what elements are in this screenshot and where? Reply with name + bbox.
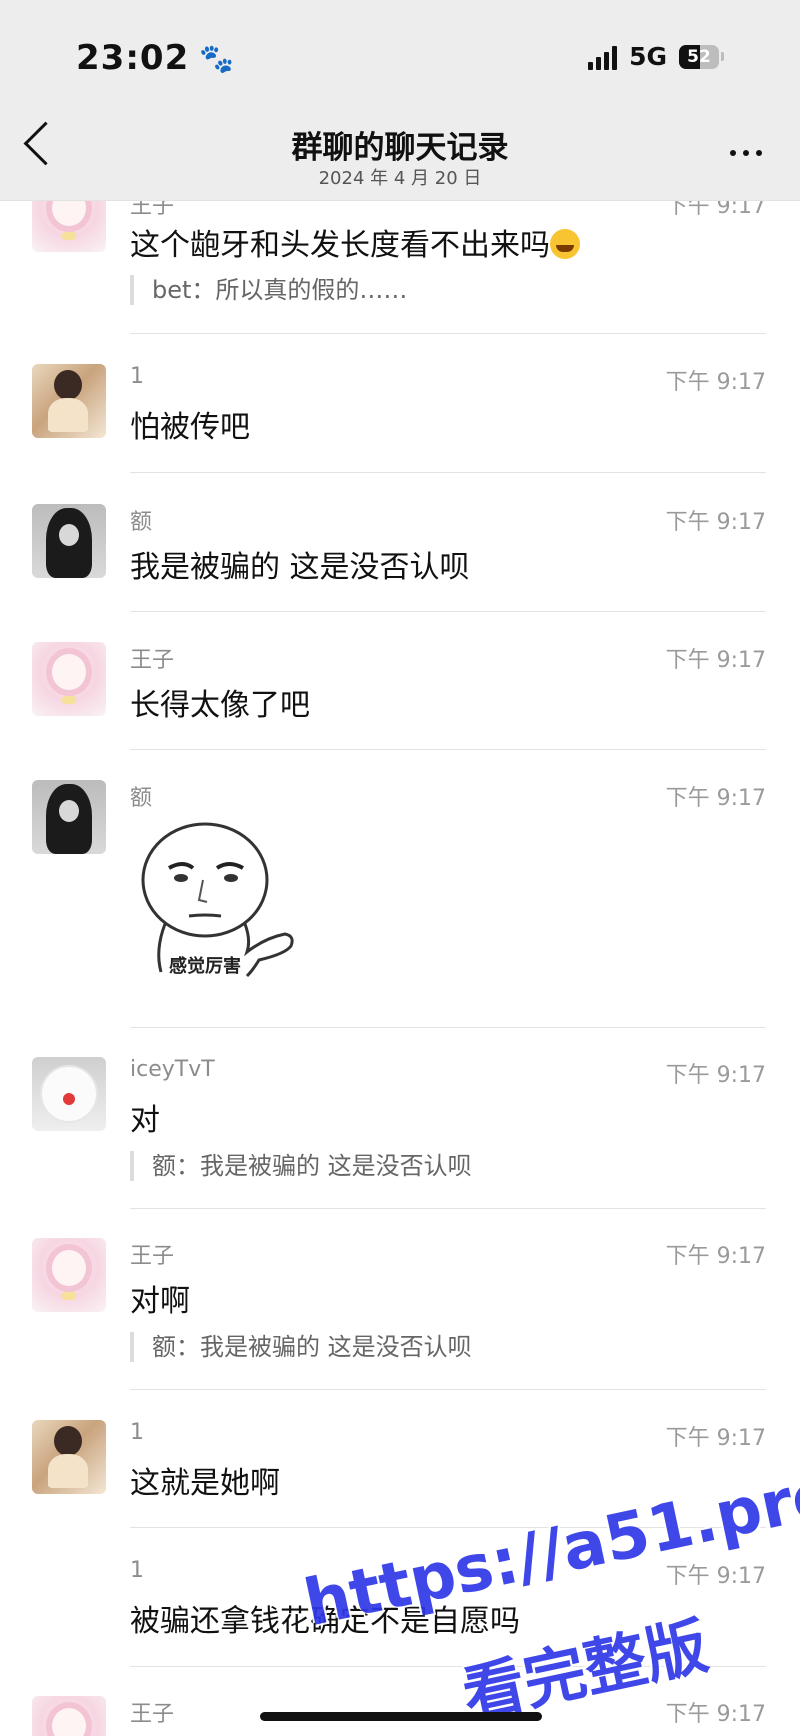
sender-name: 额 xyxy=(130,786,153,811)
chat-message: iceyTvT 下午 9:17 对 额：我是被骗的 这是没否认呗 xyxy=(0,1053,800,1203)
quoted-message[interactable]: bet：所以真的假的…… xyxy=(130,275,407,305)
sender-name: 王子 xyxy=(130,1244,175,1269)
message-text: 我是被骗的 这是没否认呗 xyxy=(130,550,470,585)
avatar[interactable] xyxy=(32,1238,106,1312)
avatar[interactable] xyxy=(32,1696,106,1736)
message-time: 下午 9:17 xyxy=(665,1063,766,1088)
sender-name: iceyTvT xyxy=(130,1057,215,1082)
chat-message: 王子 下午 9:17 长得太像了吧 xyxy=(0,638,800,748)
divider xyxy=(130,611,766,612)
divider xyxy=(130,333,766,334)
page-title: 群聊的聊天记录 xyxy=(291,130,509,166)
sender-name: 王子 xyxy=(130,1702,175,1727)
signal-icon xyxy=(588,44,618,70)
divider xyxy=(130,1027,766,1028)
sender-name: 1 xyxy=(130,364,144,389)
avatar[interactable] xyxy=(32,642,106,716)
message-time: 下午 9:17 xyxy=(665,370,766,395)
avatar[interactable] xyxy=(32,1057,106,1131)
message-text: 这个龅牙和头发长度看不出来吗 xyxy=(130,220,580,264)
message-time: 下午 9:17 xyxy=(665,648,766,673)
sender-name: 1 xyxy=(130,1558,144,1583)
status-bar-indicators: 5G 52 xyxy=(588,42,724,71)
home-indicator[interactable] xyxy=(260,1712,542,1721)
quoted-message[interactable]: 额：我是被骗的 这是没否认呗 xyxy=(130,1332,472,1362)
status-bar-time: 23:02 🐾 xyxy=(76,38,235,78)
more-dots-icon[interactable] xyxy=(730,150,762,156)
message-time: 下午 9:17 xyxy=(665,1244,766,1269)
sticker-caption: 感觉厉害 xyxy=(169,956,241,977)
message-text: 长得太像了吧 xyxy=(130,688,310,723)
message-time: 下午 9:17 xyxy=(665,786,766,811)
chat-message: 1 下午 9:17 怕被传吧 xyxy=(0,360,800,470)
message-time: 下午 9:17 xyxy=(665,510,766,535)
page-subtitle-date: 2024 年 4 月 20 日 xyxy=(318,168,482,189)
message-time: 下午 9:17 xyxy=(665,1426,766,1451)
divider xyxy=(130,1208,766,1209)
chat-message: 王子 下午 9:17 对啊 额：我是被骗的 这是没否认呗 xyxy=(0,1234,800,1384)
divider xyxy=(130,749,766,750)
message-text-content: 这个龅牙和头发长度看不出来吗 xyxy=(130,228,550,263)
divider xyxy=(130,1389,766,1390)
avatar[interactable] xyxy=(32,780,106,854)
clock-text: 23:02 xyxy=(76,38,190,78)
message-text: 对啊 xyxy=(130,1284,190,1319)
battery-level: 52 xyxy=(687,46,711,67)
laughing-crying-emoji-icon xyxy=(550,229,580,259)
nav-header: 23:02 🐾 5G 52 群聊的聊天记录 2024 年 4 月 20 日 xyxy=(0,0,800,201)
message-text: 怕被传吧 xyxy=(130,410,250,445)
chat-message: 额 下午 9:17 我是被骗的 这是没否认呗 xyxy=(0,500,800,610)
sender-name: 王子 xyxy=(130,648,175,673)
paw-icon: 🐾 xyxy=(199,41,236,75)
sticker-image[interactable]: 感觉厉害 xyxy=(135,820,305,992)
sender-name: 1 xyxy=(130,1420,144,1445)
chat-message: 王子 下午 9:17 这个龅牙和头发长度看不出来吗 bet：所以真的假的…… xyxy=(0,178,800,330)
sender-name: 额 xyxy=(130,510,153,535)
network-type: 5G xyxy=(629,42,667,71)
chat-message: 额 下午 9:17 xyxy=(0,776,800,1026)
message-time: 下午 9:17 xyxy=(665,1702,766,1727)
avatar[interactable] xyxy=(32,364,106,438)
quoted-message[interactable]: 额：我是被骗的 这是没否认呗 xyxy=(130,1151,472,1181)
avatar[interactable] xyxy=(32,1420,106,1494)
message-text: 对 xyxy=(130,1103,160,1138)
message-text: 这就是她啊 xyxy=(130,1466,280,1501)
avatar[interactable] xyxy=(32,504,106,578)
battery-icon: 52 xyxy=(679,44,724,69)
divider xyxy=(130,472,766,473)
